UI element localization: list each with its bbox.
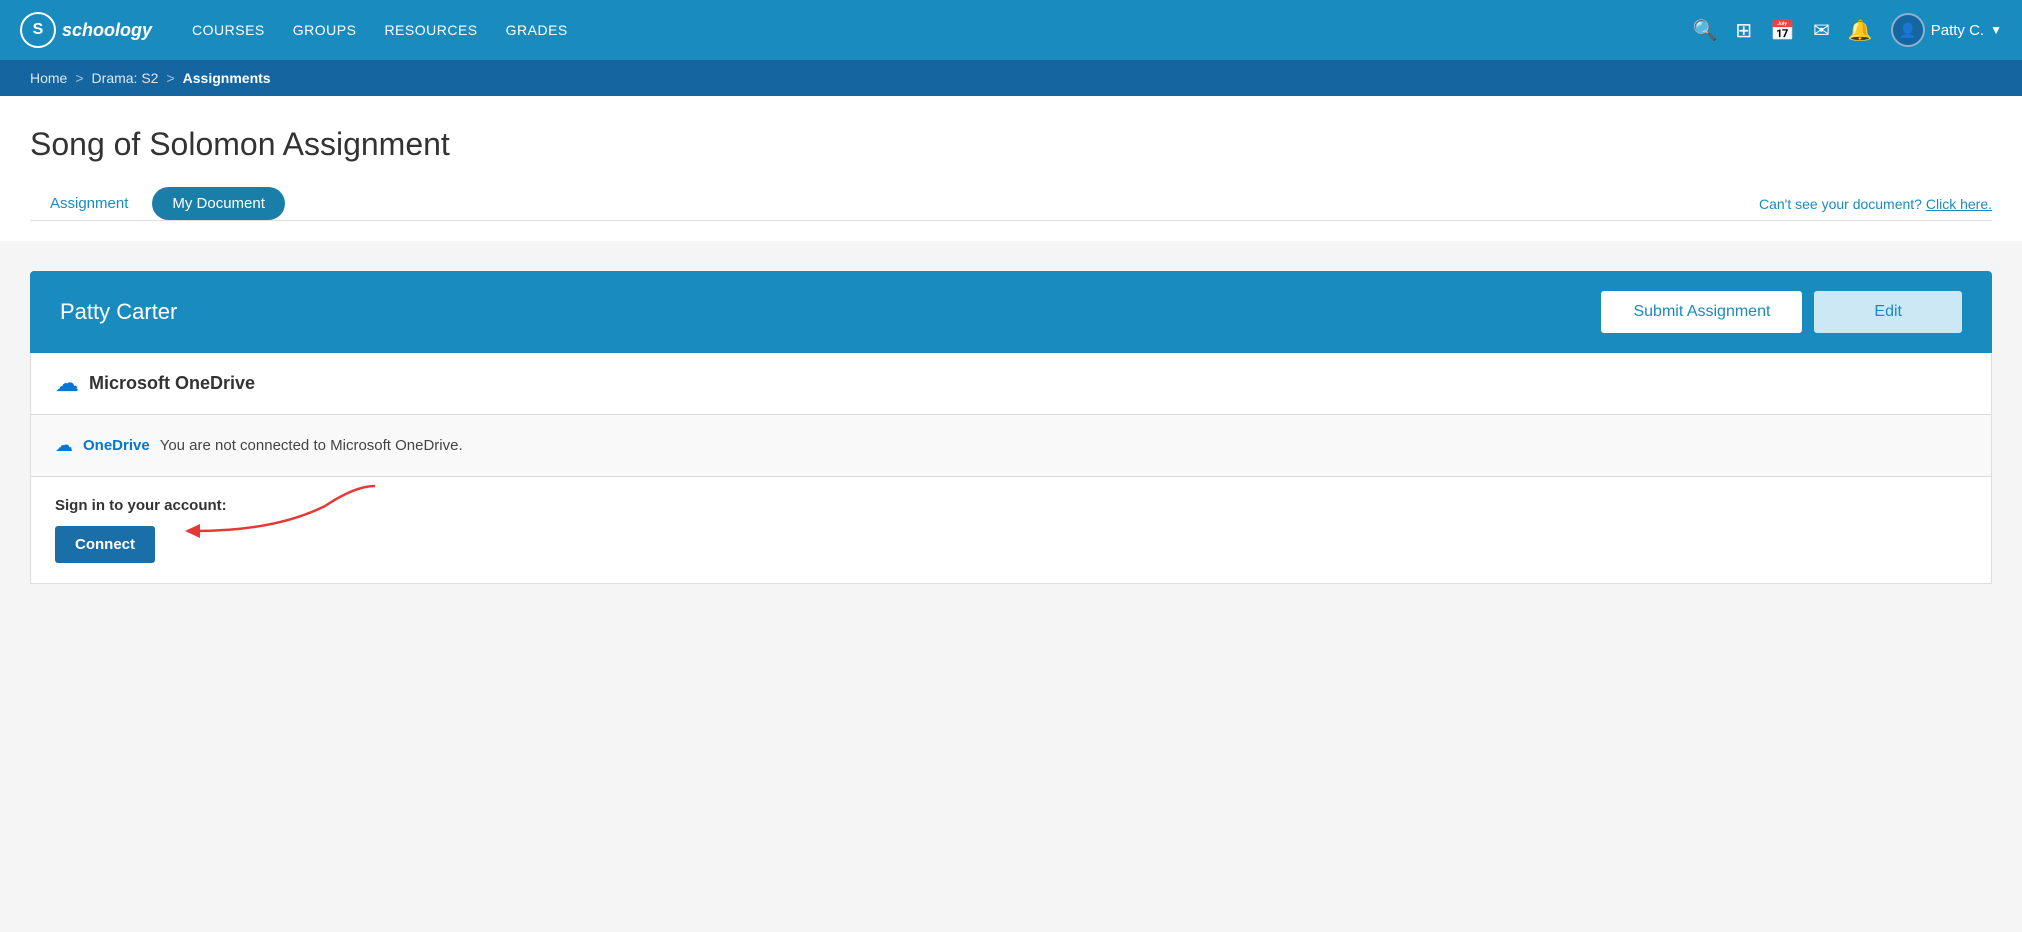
breadcrumb-course[interactable]: Drama: S2 — [92, 70, 159, 86]
avatar: 👤 — [1891, 13, 1925, 47]
tab-my-document[interactable]: My Document — [152, 187, 285, 220]
page-title: Song of Solomon Assignment — [30, 126, 1992, 163]
tabs-row: Assignment My Document Can't see your do… — [30, 187, 1992, 221]
breadcrumb: Home > Drama: S2 > Assignments — [0, 60, 2022, 96]
assignment-header: Patty Carter Submit Assignment Edit — [30, 271, 1992, 353]
user-menu[interactable]: 👤 Patty C. ▼ — [1891, 13, 2002, 47]
cant-see-document: Can't see your document? Click here. — [1759, 196, 1992, 212]
nav-courses[interactable]: COURSES — [192, 22, 265, 38]
cant-see-text: Can't see your document? — [1759, 196, 1922, 212]
nav-resources[interactable]: RESOURCES — [384, 22, 477, 38]
nav-icons: 🔍 ⊞ 📅 ✉ 🔔 👤 Patty C. ▼ — [1693, 13, 2003, 47]
apps-icon[interactable]: ⊞ — [1735, 18, 1752, 43]
signin-section: Sign in to your account: Connect — [31, 477, 1991, 583]
red-arrow-annotation — [175, 476, 395, 556]
main-content: Song of Solomon Assignment Assignment My… — [0, 96, 2022, 241]
onedrive-header-icon: ☁ — [55, 369, 79, 398]
edit-button[interactable]: Edit — [1814, 291, 1962, 333]
onedrive-title: Microsoft OneDrive — [89, 373, 255, 394]
nav-links: COURSES GROUPS RESOURCES GRADES — [192, 22, 1662, 38]
onedrive-header: ☁ Microsoft OneDrive — [31, 353, 1991, 415]
breadcrumb-home[interactable]: Home — [30, 70, 67, 86]
onedrive-status-text: You are not connected to Microsoft OneDr… — [160, 437, 463, 454]
mail-icon[interactable]: ✉ — [1813, 18, 1830, 43]
calendar-icon[interactable]: 📅 — [1770, 18, 1795, 43]
chevron-down-icon[interactable]: ▼ — [1990, 23, 2002, 37]
onedrive-logo-text: OneDrive — [83, 437, 150, 454]
onedrive-cloud-icon: ☁ — [55, 435, 73, 456]
signin-label: Sign in to your account: — [55, 497, 1967, 514]
student-name: Patty Carter — [60, 299, 177, 325]
nav-groups[interactable]: GROUPS — [293, 22, 357, 38]
logo-text: schoology — [62, 20, 152, 41]
logo[interactable]: S schoology — [20, 12, 152, 48]
header-buttons: Submit Assignment Edit — [1601, 291, 1962, 333]
nav-grades[interactable]: GRADES — [506, 22, 568, 38]
onedrive-container: ☁ Microsoft OneDrive ☁ OneDrive You are … — [30, 353, 1992, 584]
breadcrumb-current: Assignments — [183, 70, 271, 86]
submit-assignment-button[interactable]: Submit Assignment — [1601, 291, 1802, 333]
breadcrumb-sep-1: > — [75, 70, 83, 86]
user-name: Patty C. — [1931, 22, 1984, 39]
tab-assignment[interactable]: Assignment — [30, 187, 148, 220]
onedrive-body: ☁ OneDrive You are not connected to Micr… — [31, 415, 1991, 477]
onedrive-status-row: ☁ OneDrive You are not connected to Micr… — [55, 435, 1967, 456]
connect-button-area: Connect — [55, 526, 155, 563]
document-section: Patty Carter Submit Assignment Edit ☁ Mi… — [30, 271, 1992, 584]
top-navigation: S schoology COURSES GROUPS RESOURCES GRA… — [0, 0, 2022, 60]
breadcrumb-sep-2: > — [166, 70, 174, 86]
bell-icon[interactable]: 🔔 — [1848, 18, 1873, 43]
connect-button[interactable]: Connect — [55, 526, 155, 563]
search-icon[interactable]: 🔍 — [1693, 18, 1718, 43]
click-here-link[interactable]: Click here. — [1926, 196, 1992, 212]
avatar-initials: 👤 — [1899, 22, 1916, 39]
logo-icon: S — [20, 12, 56, 48]
tabs-left: Assignment My Document — [30, 187, 285, 220]
